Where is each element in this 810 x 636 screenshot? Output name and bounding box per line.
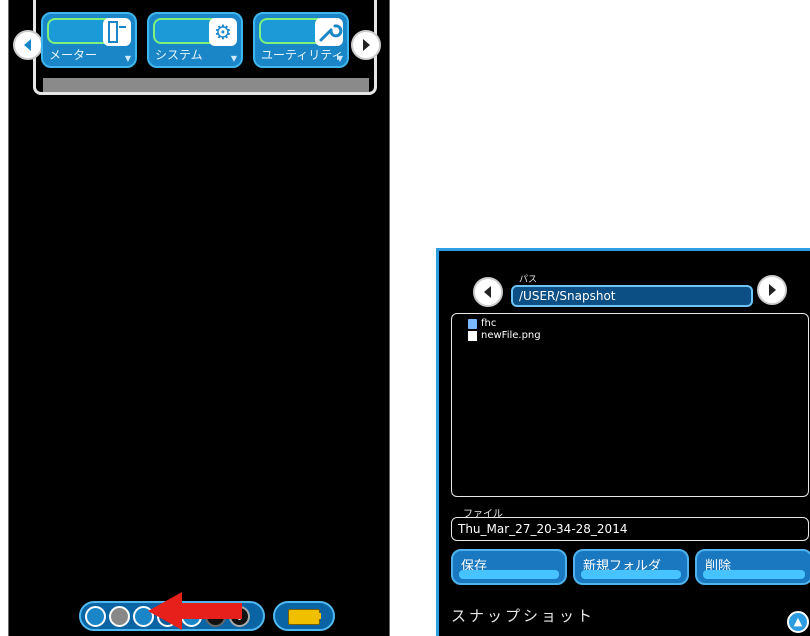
arrow-left-icon — [484, 286, 491, 298]
tile-meter-label: メーター — [49, 48, 98, 62]
circle-blue-icon[interactable] — [85, 606, 106, 627]
gear-icon: ⚙ — [209, 18, 237, 46]
save-button[interactable]: 保存 — [451, 549, 567, 585]
path-back-button[interactable] — [473, 277, 503, 307]
meter-icon — [103, 18, 131, 46]
tile-utility[interactable]: ユーティリティ ▼ — [253, 12, 349, 68]
file-icon — [468, 330, 477, 341]
path-forward-button[interactable] — [757, 275, 787, 305]
tile-system-label: システム — [155, 48, 203, 62]
menu-frame-bar — [43, 78, 369, 92]
button-stripe — [459, 570, 559, 579]
red-arrow-icon — [148, 592, 242, 630]
filename-field[interactable]: Thu_Mar_27_20-34-28_2014 — [451, 517, 809, 541]
file-list[interactable]: fhc newFile.png — [451, 313, 809, 497]
chevron-down-icon: ▼ — [230, 54, 237, 63]
list-item[interactable]: newFile.png — [468, 330, 541, 342]
new-folder-button[interactable]: 新規フォルダ — [573, 549, 689, 585]
tile-meter[interactable]: メーター ▼ — [41, 12, 137, 68]
battery-tip — [318, 613, 321, 619]
button-stripe — [581, 570, 681, 579]
chevron-up-icon: ▲ — [793, 615, 803, 628]
wrench-icon — [315, 18, 343, 46]
dialog-title: スナップショット — [451, 607, 596, 625]
delete-button[interactable]: 削除 — [695, 549, 810, 585]
scroll-right-button[interactable] — [351, 30, 381, 60]
list-item[interactable]: fhc — [468, 318, 496, 330]
scope-icon[interactable] — [109, 606, 130, 627]
arrow-left-icon — [24, 39, 31, 51]
snapshot-dialog: パス /USER/Snapshot fhc newFile.png ファイル T… — [436, 248, 810, 636]
collapse-button[interactable]: ▲ — [787, 611, 809, 633]
path-field[interactable]: /USER/Snapshot — [511, 285, 753, 307]
arrow-right-icon — [769, 284, 776, 296]
battery-button[interactable] — [273, 601, 335, 631]
meter-screen: メーター ▼ ⚙ システム ▼ ユーティリティ ▼ ! — [8, 0, 390, 636]
path-label: パス — [519, 275, 538, 285]
folder-icon — [468, 318, 477, 329]
tile-system[interactable]: ⚙ システム ▼ — [147, 12, 243, 68]
tile-utility-label: ユーティリティ — [261, 48, 344, 62]
battery-icon — [288, 609, 320, 625]
arrow-right-icon — [363, 39, 370, 51]
chevron-down-icon: ▼ — [124, 54, 131, 63]
button-stripe — [703, 570, 805, 579]
chevron-down-icon: ▼ — [336, 54, 343, 63]
scroll-left-button[interactable] — [13, 30, 43, 60]
